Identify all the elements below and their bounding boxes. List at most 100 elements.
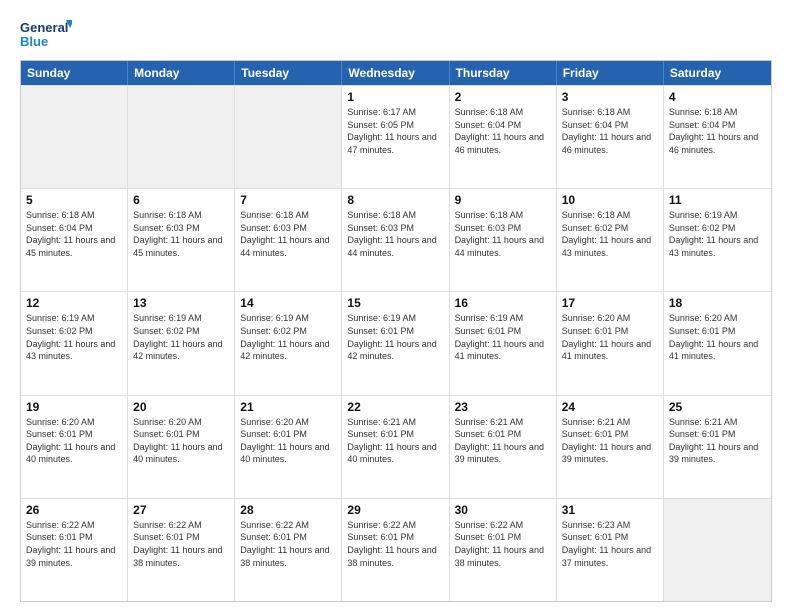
day-number: 3 [562, 90, 658, 104]
day-number: 15 [347, 296, 443, 310]
header-cell-monday: Monday [128, 61, 235, 85]
day-number: 28 [240, 503, 336, 517]
header-cell-tuesday: Tuesday [235, 61, 342, 85]
cell-info: Sunrise: 6:21 AM Sunset: 6:01 PM Dayligh… [562, 416, 658, 466]
logo: General Blue [20, 16, 72, 52]
day-number: 1 [347, 90, 443, 104]
cell-info: Sunrise: 6:19 AM Sunset: 6:02 PM Dayligh… [133, 312, 229, 362]
day-number: 4 [669, 90, 766, 104]
cal-cell-1-1: 6Sunrise: 6:18 AM Sunset: 6:03 PM Daylig… [128, 189, 235, 291]
cell-info: Sunrise: 6:23 AM Sunset: 6:01 PM Dayligh… [562, 519, 658, 569]
header: General Blue [20, 16, 772, 52]
day-number: 20 [133, 400, 229, 414]
cal-cell-0-0 [21, 86, 128, 188]
cal-cell-0-2 [235, 86, 342, 188]
header-cell-wednesday: Wednesday [342, 61, 449, 85]
cal-cell-4-4: 30Sunrise: 6:22 AM Sunset: 6:01 PM Dayli… [450, 499, 557, 601]
header-cell-thursday: Thursday [450, 61, 557, 85]
cal-cell-1-6: 11 Sunrise: 6:19 AM Sunset: 6:02 PM Dayli… [664, 189, 771, 291]
cal-cell-4-3: 29 Sunrise: 6:22 AM Sunset: 6:01 PM Dayli… [342, 499, 449, 601]
cell-info: Sunrise: 6:22 AM Sunset: 6:01 PM Dayligh… [133, 519, 229, 569]
cell-info: Sunrise: 6:19 AM Sunset: 6:01 PM Dayligh… [455, 312, 551, 362]
day-number: 17 [562, 296, 658, 310]
day-number: 7 [240, 193, 336, 207]
cell-info: Sunrise: 6:19 AM Sunset: 6:02 PM Dayligh… [669, 209, 766, 259]
cal-cell-4-2: 28 Sunrise: 6:22 AM Sunset: 6:01 PM Dayli… [235, 499, 342, 601]
cal-cell-4-0: 26 Sunrise: 6:22 AM Sunset: 6:01 PM Dayli… [21, 499, 128, 601]
day-number: 26 [26, 503, 122, 517]
cell-info: Sunrise: 6:17 AM Sunset: 6:05 PM Dayligh… [347, 106, 443, 156]
svg-text:Blue: Blue [20, 34, 48, 49]
cell-info: Sunrise: 6:18 AM Sunset: 6:04 PM Dayligh… [26, 209, 122, 259]
cell-info: Sunrise: 6:20 AM Sunset: 6:01 PM Dayligh… [133, 416, 229, 466]
cal-cell-3-5: 24 Sunrise: 6:21 AM Sunset: 6:01 PM Dayli… [557, 396, 664, 498]
cal-cell-2-6: 18Sunrise: 6:20 AM Sunset: 6:01 PM Dayli… [664, 292, 771, 394]
cal-cell-1-4: 9 Sunrise: 6:18 AM Sunset: 6:03 PM Daylig… [450, 189, 557, 291]
day-number: 18 [669, 296, 766, 310]
calendar-row-5: 26 Sunrise: 6:22 AM Sunset: 6:01 PM Dayli… [21, 498, 771, 601]
cal-cell-3-2: 21 Sunrise: 6:20 AM Sunset: 6:01 PM Dayli… [235, 396, 342, 498]
day-number: 21 [240, 400, 336, 414]
day-number: 5 [26, 193, 122, 207]
day-number: 10 [562, 193, 658, 207]
cal-cell-2-2: 14 Sunrise: 6:19 AM Sunset: 6:02 PM Dayli… [235, 292, 342, 394]
cal-cell-0-4: 2Sunrise: 6:18 AM Sunset: 6:04 PM Daylig… [450, 86, 557, 188]
cell-info: Sunrise: 6:18 AM Sunset: 6:02 PM Dayligh… [562, 209, 658, 259]
calendar-row-4: 19 Sunrise: 6:20 AM Sunset: 6:01 PM Dayli… [21, 395, 771, 498]
day-number: 29 [347, 503, 443, 517]
cell-info: Sunrise: 6:22 AM Sunset: 6:01 PM Dayligh… [347, 519, 443, 569]
cell-info: Sunrise: 6:20 AM Sunset: 6:01 PM Dayligh… [240, 416, 336, 466]
cal-cell-3-0: 19 Sunrise: 6:20 AM Sunset: 6:01 PM Dayli… [21, 396, 128, 498]
day-number: 14 [240, 296, 336, 310]
day-number: 9 [455, 193, 551, 207]
cal-cell-1-2: 7 Sunrise: 6:18 AM Sunset: 6:03 PM Daylig… [235, 189, 342, 291]
cal-cell-0-1 [128, 86, 235, 188]
cal-cell-1-3: 8 Sunrise: 6:18 AM Sunset: 6:03 PM Daylig… [342, 189, 449, 291]
cell-info: Sunrise: 6:18 AM Sunset: 6:03 PM Dayligh… [455, 209, 551, 259]
cell-info: Sunrise: 6:22 AM Sunset: 6:01 PM Dayligh… [240, 519, 336, 569]
day-number: 23 [455, 400, 551, 414]
day-number: 12 [26, 296, 122, 310]
cell-info: Sunrise: 6:18 AM Sunset: 6:04 PM Dayligh… [669, 106, 766, 156]
calendar-body: 1 Sunrise: 6:17 AM Sunset: 6:05 PM Daylig… [21, 85, 771, 601]
cal-cell-2-1: 13 Sunrise: 6:19 AM Sunset: 6:02 PM Dayli… [128, 292, 235, 394]
cell-info: Sunrise: 6:19 AM Sunset: 6:01 PM Dayligh… [347, 312, 443, 362]
cell-info: Sunrise: 6:19 AM Sunset: 6:02 PM Dayligh… [240, 312, 336, 362]
cell-info: Sunrise: 6:19 AM Sunset: 6:02 PM Dayligh… [26, 312, 122, 362]
day-number: 24 [562, 400, 658, 414]
header-cell-sunday: Sunday [21, 61, 128, 85]
day-number: 19 [26, 400, 122, 414]
cal-cell-0-6: 4 Sunrise: 6:18 AM Sunset: 6:04 PM Daylig… [664, 86, 771, 188]
calendar-row-1: 1 Sunrise: 6:17 AM Sunset: 6:05 PM Daylig… [21, 85, 771, 188]
cell-info: Sunrise: 6:22 AM Sunset: 6:01 PM Dayligh… [26, 519, 122, 569]
day-number: 31 [562, 503, 658, 517]
cal-cell-4-1: 27Sunrise: 6:22 AM Sunset: 6:01 PM Dayli… [128, 499, 235, 601]
calendar-row-2: 5 Sunrise: 6:18 AM Sunset: 6:04 PM Daylig… [21, 188, 771, 291]
calendar: SundayMondayTuesdayWednesdayThursdayFrid… [20, 60, 772, 602]
cal-cell-1-0: 5 Sunrise: 6:18 AM Sunset: 6:04 PM Daylig… [21, 189, 128, 291]
day-number: 22 [347, 400, 443, 414]
cell-info: Sunrise: 6:20 AM Sunset: 6:01 PM Dayligh… [562, 312, 658, 362]
cal-cell-3-4: 23Sunrise: 6:21 AM Sunset: 6:01 PM Dayli… [450, 396, 557, 498]
day-number: 11 [669, 193, 766, 207]
cell-info: Sunrise: 6:22 AM Sunset: 6:01 PM Dayligh… [455, 519, 551, 569]
svg-text:General: General [20, 20, 68, 35]
cal-cell-4-6 [664, 499, 771, 601]
calendar-header: SundayMondayTuesdayWednesdayThursdayFrid… [21, 61, 771, 85]
day-number: 13 [133, 296, 229, 310]
logo-svg: General Blue [20, 16, 72, 52]
cell-info: Sunrise: 6:18 AM Sunset: 6:03 PM Dayligh… [347, 209, 443, 259]
cal-cell-2-4: 16Sunrise: 6:19 AM Sunset: 6:01 PM Dayli… [450, 292, 557, 394]
cell-info: Sunrise: 6:20 AM Sunset: 6:01 PM Dayligh… [26, 416, 122, 466]
cal-cell-0-5: 3Sunrise: 6:18 AM Sunset: 6:04 PM Daylig… [557, 86, 664, 188]
cal-cell-1-5: 10 Sunrise: 6:18 AM Sunset: 6:02 PM Dayli… [557, 189, 664, 291]
cal-cell-3-3: 22Sunrise: 6:21 AM Sunset: 6:01 PM Dayli… [342, 396, 449, 498]
header-cell-saturday: Saturday [664, 61, 771, 85]
cal-cell-2-3: 15 Sunrise: 6:19 AM Sunset: 6:01 PM Dayli… [342, 292, 449, 394]
cal-cell-0-3: 1 Sunrise: 6:17 AM Sunset: 6:05 PM Daylig… [342, 86, 449, 188]
cell-info: Sunrise: 6:21 AM Sunset: 6:01 PM Dayligh… [669, 416, 766, 466]
day-number: 8 [347, 193, 443, 207]
day-number: 2 [455, 90, 551, 104]
cell-info: Sunrise: 6:18 AM Sunset: 6:03 PM Dayligh… [240, 209, 336, 259]
cal-cell-3-6: 25Sunrise: 6:21 AM Sunset: 6:01 PM Dayli… [664, 396, 771, 498]
